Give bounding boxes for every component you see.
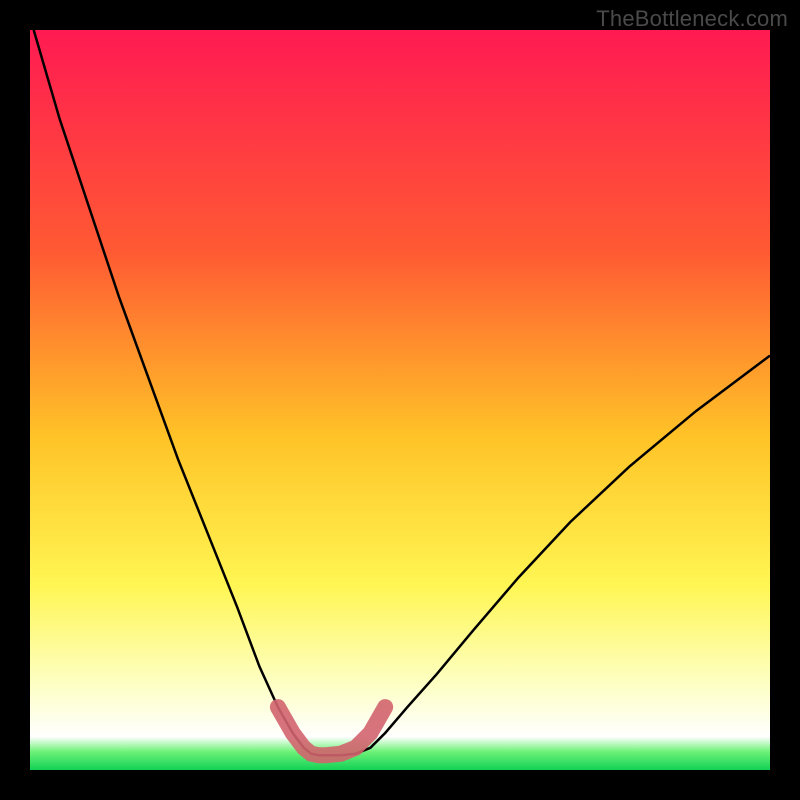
plot-area [30,30,770,770]
outer-black-frame: TheBottleneck.com [0,0,800,800]
gradient-background [30,30,770,770]
chart-canvas [30,30,770,770]
watermark-text: TheBottleneck.com [596,6,788,32]
